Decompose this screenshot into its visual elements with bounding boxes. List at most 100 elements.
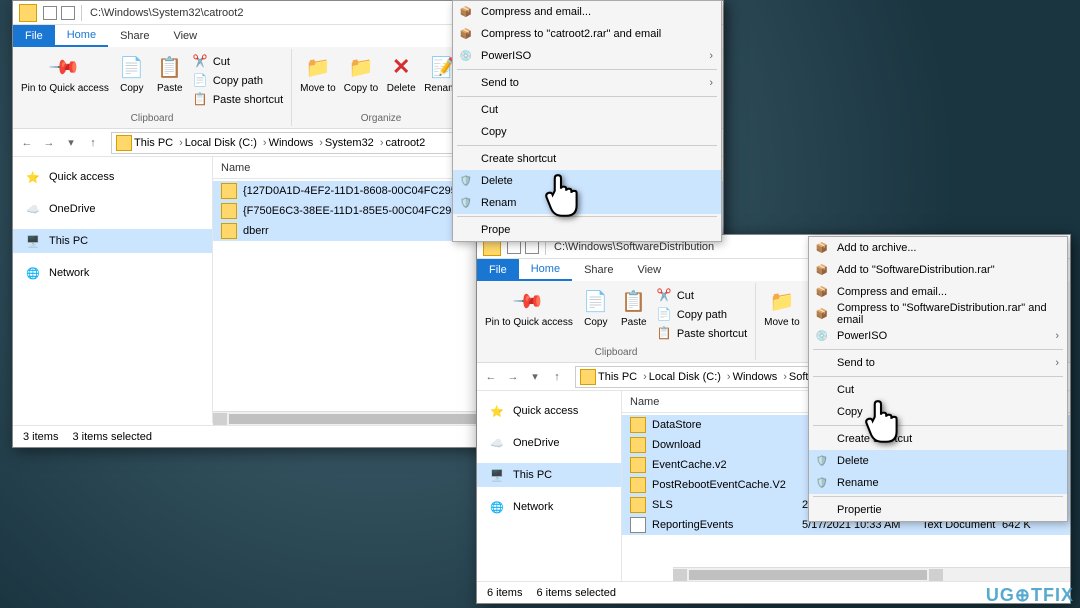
menu-item[interactable]: Propertie: [809, 499, 1067, 521]
group-clipboard: 📌Pin to Quick access 📄Copy 📋Paste ✂️Cut …: [13, 49, 292, 126]
pasteshort-button[interactable]: 📋Paste shortcut: [655, 325, 749, 343]
menu-item[interactable]: 🛡️Delete: [809, 450, 1067, 472]
breadcrumb-seg[interactable]: catroot2: [385, 137, 425, 149]
menu-item[interactable]: 💿PowerISO: [453, 45, 721, 67]
tab-file[interactable]: File: [477, 259, 519, 281]
pin-button[interactable]: 📌Pin to Quick access: [19, 51, 111, 109]
menu-item[interactable]: 📦Compress to "catroot2.rar" and email: [453, 23, 721, 45]
cut-button[interactable]: ✂️Cut: [191, 53, 285, 71]
folder-icon: [580, 369, 596, 385]
menu-item[interactable]: 💿PowerISO: [809, 325, 1067, 347]
menu-item[interactable]: Prope: [453, 219, 721, 241]
breadcrumb-seg[interactable]: Windows: [733, 371, 787, 383]
qat-check-1[interactable]: [43, 6, 57, 20]
copypath-button[interactable]: 📄Copy path: [655, 306, 749, 324]
menu-icon: 📦: [813, 305, 831, 323]
sidebar-onedrive[interactable]: ☁️OneDrive: [13, 197, 212, 221]
sidebar-network[interactable]: 🌐Network: [13, 261, 212, 285]
qat-check-2[interactable]: [61, 6, 75, 20]
history-dropdown[interactable]: ▾: [525, 367, 545, 387]
menu-item[interactable]: Create shortcut: [453, 148, 721, 170]
forward-button[interactable]: →: [39, 133, 59, 153]
menu-item[interactable]: Send to: [809, 352, 1067, 374]
sidebar-quick[interactable]: ⭐Quick access: [13, 165, 212, 189]
menu-item[interactable]: 🛡️Renam: [453, 192, 721, 214]
menu-item[interactable]: 🛡️Delete: [453, 170, 721, 192]
menu-separator: [457, 96, 717, 97]
sidebar-onedrive[interactable]: ☁️OneDrive: [477, 431, 621, 455]
menu-label: Renam: [481, 197, 516, 209]
tab-share[interactable]: Share: [572, 260, 625, 280]
tab-share[interactable]: Share: [108, 26, 161, 46]
tab-home[interactable]: Home: [55, 25, 108, 47]
menu-icon: 📦: [813, 283, 831, 301]
breadcrumb-seg[interactable]: Local Disk (C:): [185, 137, 267, 149]
menu-item[interactable]: 📦 Compress to "SoftwareDistribution.rar" …: [809, 303, 1067, 325]
breadcrumb-seg[interactable]: This PC: [598, 371, 647, 383]
sidebar-network[interactable]: 🌐Network: [477, 495, 621, 519]
status-bar: 6 items 6 items selected: [477, 581, 1070, 603]
cloud-icon: ☁️: [489, 435, 505, 451]
menu-icon: 📦: [813, 261, 831, 279]
moveto-button[interactable]: 📁Move to: [762, 285, 802, 330]
menu-item[interactable]: 🛡️Rename: [809, 472, 1067, 494]
scroll-thumb[interactable]: [689, 570, 927, 580]
tab-view[interactable]: View: [625, 260, 673, 280]
copypath-icon: 📄: [657, 307, 673, 323]
moveto-button[interactable]: 📁Move to: [298, 51, 338, 96]
group-label: Organize: [292, 113, 470, 124]
delete-button[interactable]: ✕Delete: [384, 51, 418, 96]
copy-button[interactable]: 📄Copy: [579, 285, 613, 343]
breadcrumb-seg[interactable]: Windows: [269, 137, 323, 149]
folder-icon: [630, 437, 646, 453]
paste-button[interactable]: 📋Paste: [153, 51, 187, 109]
copyto-icon: 📁: [347, 53, 375, 81]
tab-file[interactable]: File: [13, 25, 55, 47]
menu-separator: [813, 425, 1063, 426]
menu-item[interactable]: Copy: [809, 401, 1067, 423]
sidebar-thispc[interactable]: 🖥️This PC: [477, 463, 621, 487]
tab-view[interactable]: View: [161, 26, 209, 46]
paste-button[interactable]: 📋Paste: [617, 285, 651, 343]
pasteshort-button[interactable]: 📋Paste shortcut: [191, 91, 285, 109]
menu-item[interactable]: Copy: [453, 121, 721, 143]
up-button[interactable]: ↑: [547, 367, 567, 387]
paste-icon: 📋: [620, 287, 648, 315]
menu-item[interactable]: Cut: [809, 379, 1067, 401]
breadcrumb-seg[interactable]: This PC: [134, 137, 183, 149]
copypath-button[interactable]: 📄Copy path: [191, 72, 285, 90]
back-button[interactable]: ←: [481, 367, 501, 387]
menu-label: Compress to "catroot2.rar" and email: [481, 28, 661, 40]
sidebar-quick[interactable]: ⭐Quick access: [477, 399, 621, 423]
sidebar-thispc[interactable]: 🖥️This PC: [13, 229, 212, 253]
delete-icon: ✕: [387, 53, 415, 81]
tab-home[interactable]: Home: [519, 259, 572, 281]
menu-item[interactable]: Send to: [453, 72, 721, 94]
window-title: C:\Windows\SoftwareDistribution: [554, 241, 714, 253]
breadcrumb-seg[interactable]: System32: [325, 137, 384, 149]
menu-item[interactable]: 📦Compress and email...: [453, 1, 721, 23]
copyto-button[interactable]: 📁Copy to: [342, 51, 380, 96]
menu-item[interactable]: 📦Compress and email...: [809, 281, 1067, 303]
breadcrumb-seg[interactable]: Local Disk (C:): [649, 371, 731, 383]
back-button[interactable]: ←: [17, 133, 37, 153]
scrollbar-x[interactable]: [673, 567, 1070, 581]
up-button[interactable]: ↑: [83, 133, 103, 153]
folder-icon: [630, 497, 646, 513]
col-name[interactable]: Name: [630, 396, 780, 408]
cursor-hand-icon: [540, 170, 582, 222]
forward-button[interactable]: →: [503, 367, 523, 387]
network-icon: 🌐: [489, 499, 505, 515]
col-name[interactable]: Name: [221, 162, 481, 174]
menu-item[interactable]: Cut: [453, 99, 721, 121]
copy-button[interactable]: 📄Copy: [115, 51, 149, 109]
menu-item[interactable]: 📦Add to "SoftwareDistribution.rar": [809, 259, 1067, 281]
menu-item[interactable]: 📦Add to archive...: [809, 237, 1067, 259]
menu-label: Copy: [481, 126, 507, 138]
cut-button[interactable]: ✂️Cut: [655, 287, 749, 305]
menu-item[interactable]: Create shortcut: [809, 428, 1067, 450]
menu-label: Delete: [481, 175, 513, 187]
history-dropdown[interactable]: ▾: [61, 133, 81, 153]
pin-button[interactable]: 📌Pin to Quick access: [483, 285, 575, 343]
menu-label: Compress to "SoftwareDistribution.rar" a…: [837, 302, 1059, 326]
